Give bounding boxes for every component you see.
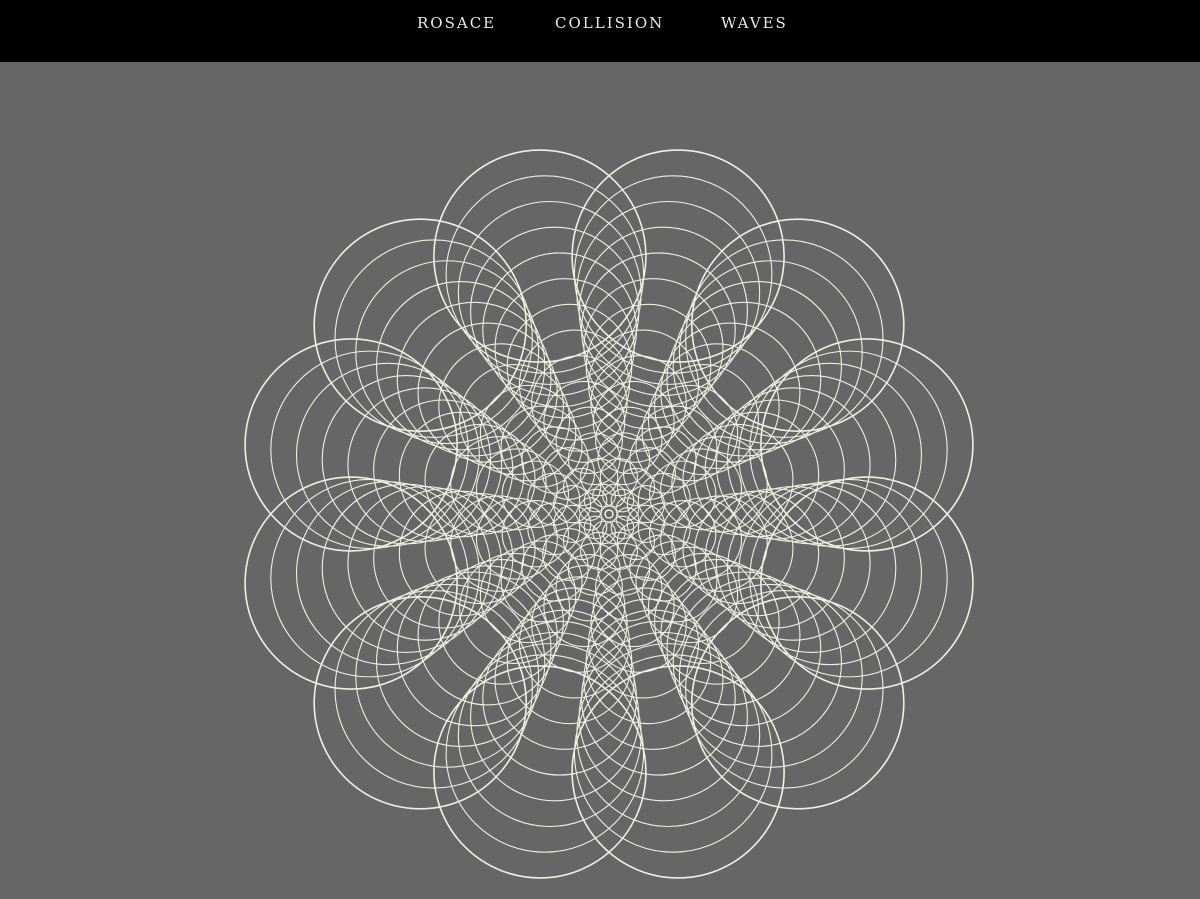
- rosace-petal: [244, 476, 614, 690]
- nav-link-collision[interactable]: COLLISION: [555, 13, 664, 33]
- rosace-petal: [604, 476, 974, 690]
- rosace-ring: [417, 565, 558, 706]
- rosace-ring: [749, 478, 948, 678]
- rosace-ring: [270, 350, 469, 550]
- rosace-figure: [244, 149, 974, 879]
- rosace-ring: [616, 467, 656, 507]
- rosace-ring: [660, 497, 743, 580]
- rosace-ring: [660, 322, 801, 463]
- nav-link-waves[interactable]: WAVES: [721, 13, 788, 33]
- rosace-ring: [459, 364, 571, 476]
- rosace-ring: [738, 362, 923, 547]
- rosace-ring: [475, 497, 558, 580]
- rosace-ring: [660, 448, 743, 531]
- rosace-ring: [592, 380, 675, 463]
- rosace-petal: [433, 149, 647, 519]
- rosace-ring: [604, 509, 614, 519]
- rosace-ring: [672, 577, 843, 748]
- rosace-ring: [592, 565, 675, 648]
- rosace-petal: [571, 149, 785, 519]
- rosace-petal: [244, 338, 614, 552]
- rosace-ring: [685, 590, 884, 789]
- rosace-ring: [543, 565, 626, 648]
- rosace-ring: [647, 552, 759, 664]
- rosace-ring: [334, 239, 533, 438]
- rosace-ring: [334, 590, 533, 789]
- rosace-ring: [738, 481, 923, 666]
- rosace-ring: [573, 654, 773, 853]
- rosace-ring: [445, 654, 645, 853]
- rosace-ring: [375, 280, 546, 451]
- rosace-ring: [270, 478, 469, 678]
- rosace-ring: [457, 643, 642, 828]
- rosace-ring: [445, 175, 645, 374]
- rosace-ring: [543, 380, 626, 463]
- rosace-ring: [576, 643, 761, 828]
- rosace-ring: [576, 200, 761, 385]
- rosace-ring: [396, 571, 552, 727]
- top-navigation-bar: ROSACE COLLISION WAVES: [0, 0, 1200, 62]
- nav-link-rosace[interactable]: ROSACE: [417, 13, 496, 33]
- rosace-ring: [295, 362, 480, 547]
- rosace-ring: [647, 364, 759, 476]
- rosace-ring: [459, 552, 571, 664]
- rosace-ring: [672, 280, 843, 451]
- rosace-ring: [562, 521, 602, 561]
- rosace-ring: [749, 350, 948, 550]
- rosace-ring: [396, 301, 552, 457]
- rosace-ring: [562, 467, 602, 507]
- rosace-ring: [475, 448, 558, 531]
- rosace-ring: [457, 200, 642, 385]
- main-nav: ROSACE COLLISION WAVES: [0, 13, 1200, 33]
- rosace-ring: [417, 322, 558, 463]
- rosace-ring: [666, 571, 822, 727]
- rosace-petal: [571, 509, 785, 879]
- rosace-ring: [295, 481, 480, 666]
- rosace-ring: [660, 565, 801, 706]
- rosace-ring: [375, 577, 546, 748]
- rosace-petal: [604, 338, 974, 552]
- rosace-petal: [433, 509, 647, 879]
- rosace-ring: [666, 301, 822, 457]
- drawing-canvas: [0, 62, 1200, 899]
- rosace-ring: [616, 521, 656, 561]
- rosace-ring: [573, 175, 773, 374]
- rosace-ring: [685, 239, 884, 438]
